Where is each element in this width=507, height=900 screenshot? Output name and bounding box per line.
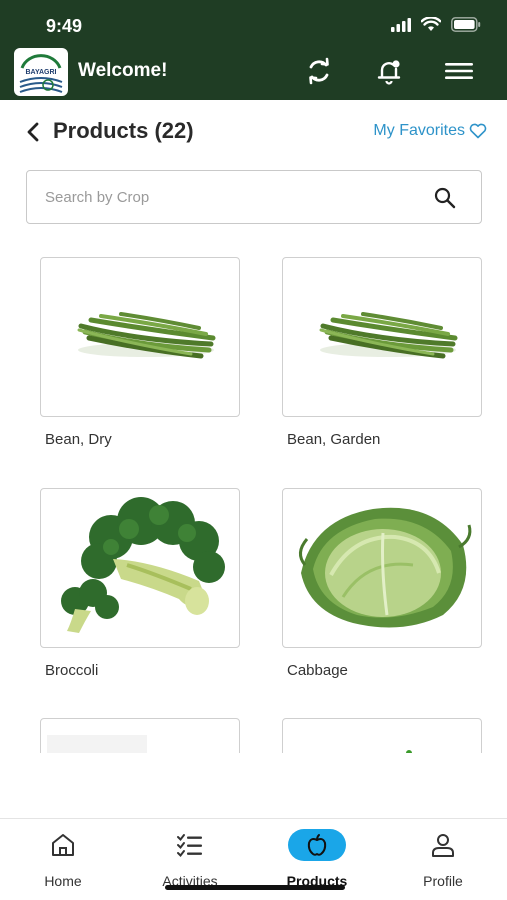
svg-text:BAYAGRI: BAYAGRI — [26, 69, 57, 76]
home-icon — [52, 834, 74, 856]
person-icon — [432, 834, 454, 857]
product-card[interactable]: Bean, Garden — [282, 257, 482, 448]
tab-home[interactable]: Home — [8, 829, 118, 889]
product-image-frame — [40, 718, 240, 753]
product-card[interactable] — [282, 718, 482, 753]
product-image-frame — [282, 257, 482, 417]
tab-label: Home — [44, 873, 82, 889]
signal-icon — [391, 17, 411, 32]
my-favorites-link[interactable]: My Favorites — [373, 122, 487, 140]
product-card[interactable] — [40, 718, 240, 753]
tab-icon-wrap — [288, 829, 346, 861]
welcome-text: Welcome! — [78, 60, 168, 81]
product-image-frame — [282, 488, 482, 648]
status-time: 9:49 — [46, 16, 83, 36]
cabbage-image — [299, 507, 472, 628]
menu-icon[interactable] — [444, 56, 474, 86]
search-input[interactable] — [45, 185, 425, 209]
heart-icon — [469, 123, 487, 139]
product-name: Broccoli — [45, 662, 99, 679]
search-icon[interactable] — [433, 186, 457, 210]
wifi-icon — [421, 17, 441, 31]
back-arrow-icon[interactable] — [22, 120, 46, 144]
tab-products[interactable]: Products — [262, 829, 372, 889]
product-card[interactable]: Broccoli — [40, 488, 240, 679]
broccoli-image — [61, 497, 225, 633]
my-favorites-label: My Favorites — [373, 122, 465, 139]
title-row: Products (22) My Favorites — [0, 100, 507, 164]
product-image-placeholder — [47, 735, 147, 753]
page-title: Products (22) — [53, 118, 194, 143]
tab-icon-wrap — [34, 829, 92, 861]
app-top-bar: 9:49 BAYAGRI Welcome! — [0, 0, 507, 100]
checklist-icon — [177, 834, 202, 858]
app-header: BAYAGRI Welcome! — [0, 44, 507, 100]
notification-bell-icon[interactable] — [374, 56, 404, 86]
home-indicator — [165, 885, 345, 890]
tab-icon-wrap — [414, 829, 472, 861]
tab-icon-wrap — [161, 829, 219, 861]
tab-profile[interactable]: Profile — [388, 829, 498, 889]
tab-label: Profile — [423, 873, 463, 889]
app-logo: BAYAGRI — [14, 48, 68, 96]
battery-icon — [451, 17, 481, 32]
product-grid: Bean, Dry Bean, Garden Broccoli Cabbage — [0, 240, 507, 753]
product-card[interactable]: Bean, Dry — [40, 257, 240, 448]
product-image-frame — [40, 488, 240, 648]
product-name: Bean, Dry — [45, 431, 112, 448]
search-box — [26, 170, 482, 224]
product-image-frame — [282, 718, 482, 753]
product-name: Cabbage — [287, 662, 348, 679]
status-bar: 9:49 — [0, 0, 507, 44]
product-card[interactable]: Cabbage — [282, 488, 482, 679]
apple-icon — [307, 834, 327, 856]
product-image-frame — [40, 257, 240, 417]
tab-activities[interactable]: Activities — [135, 829, 245, 889]
product-image-placeholder — [406, 750, 412, 753]
status-icons — [391, 17, 481, 32]
green-beans-image — [319, 312, 458, 359]
green-beans-image — [77, 312, 216, 359]
sync-icon[interactable] — [304, 56, 334, 86]
product-name: Bean, Garden — [287, 431, 381, 448]
